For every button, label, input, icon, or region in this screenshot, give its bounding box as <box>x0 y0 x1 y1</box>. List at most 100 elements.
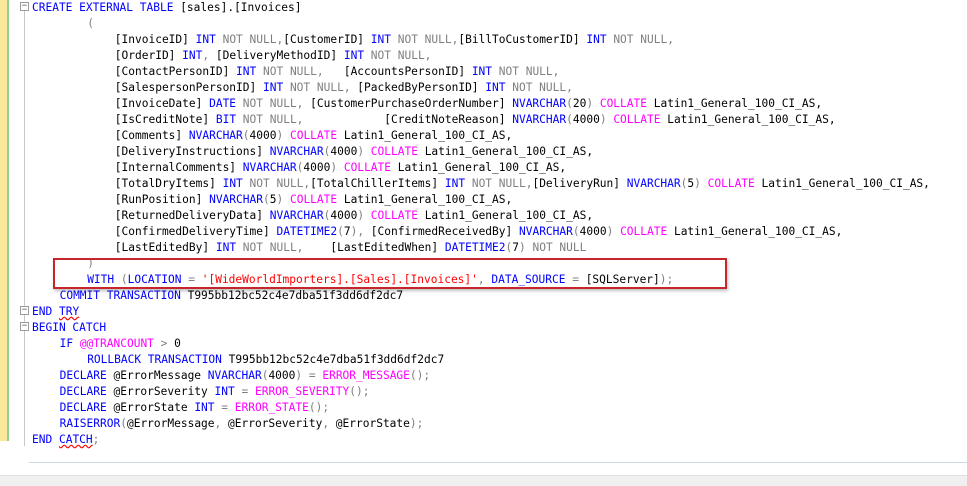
code-token: INT <box>343 49 365 62</box>
code-line[interactable]: ( <box>87 16 94 32</box>
code-token: [ContactPersonID] <box>114 65 237 78</box>
code-token: 4000 <box>330 145 358 158</box>
code-token: 4000 <box>330 209 358 222</box>
code-token: (); <box>349 385 370 398</box>
code-line[interactable]: [Comments] NVARCHAR(4000) COLLATE Latin1… <box>115 128 512 144</box>
code-token: @@TRANCOUNT <box>79 337 154 350</box>
code-token: @ErrorSeverity <box>106 385 215 398</box>
code-line[interactable]: BEGIN CATCH <box>32 320 106 336</box>
code-token: BIT <box>215 113 237 126</box>
code-line[interactable]: CREATE EXTERNAL TABLE [sales].[Invoices] <box>32 0 301 16</box>
code-token: (); <box>308 401 330 414</box>
code-token: COLLATE <box>370 145 418 158</box>
code-token: INT <box>195 33 216 46</box>
code-line[interactable]: [ContactPersonID] INT NOT NULL, [Account… <box>115 64 560 80</box>
code-token: ( <box>566 97 573 110</box>
code-token: ERROR_STATE <box>234 401 309 414</box>
code-token: NOT NULL, <box>236 113 304 126</box>
code-token: 4000 <box>579 225 607 238</box>
collapse-icon[interactable]: − <box>20 2 29 11</box>
code-line[interactable]: [ConfirmedDeliveryTime] DATETIME2(7), [C… <box>115 224 843 240</box>
collapse-icon[interactable]: − <box>20 322 29 331</box>
code-token: DECLARE <box>59 369 107 382</box>
code-token: [BillToCustomerID] <box>458 33 587 46</box>
code-line[interactable]: END TRY <box>32 304 79 320</box>
code-token: ) <box>276 129 290 142</box>
code-token: CREATE EXTERNAL TABLE <box>32 1 174 14</box>
code-token: [SalespersonPersonID] <box>114 81 263 94</box>
collapse-icon[interactable]: − <box>20 306 29 315</box>
code-token: ) <box>586 97 600 110</box>
code-token: Latin1_General_100_CI_AS, <box>754 177 930 190</box>
code-token: INT <box>182 49 203 62</box>
code-token: NVARCHAR <box>512 113 567 126</box>
code-token: [DeliveryInstructions] <box>114 145 270 158</box>
highlight-annotation-box <box>53 258 727 289</box>
code-token: NOT NULL, <box>364 49 432 62</box>
code-token: @ErrorState <box>335 417 410 430</box>
editor-empty-line-marker <box>29 462 967 463</box>
code-token: ( <box>566 113 573 126</box>
code-line[interactable]: END CATCH; <box>32 432 99 448</box>
code-token: [CustomerPurchaseOrderNumber] <box>303 97 513 110</box>
code-line[interactable]: [InvoiceID] INT NOT NULL, [CustomerID] IN… <box>115 32 674 48</box>
code-token: COLLATE <box>289 193 338 206</box>
code-token: [ConfirmedDeliveryTime] <box>114 225 277 238</box>
code-token: Latin1_General_100_CI_AS, <box>337 129 513 142</box>
code-token: NVARCHAR <box>518 225 573 238</box>
code-line[interactable]: [TotalDryItems] INT NOT NULL,[TotalChill… <box>115 176 930 192</box>
code-token: INT <box>222 177 243 190</box>
code-token: , <box>214 417 229 430</box>
code-token: ) <box>694 177 708 190</box>
code-token: [ConfirmedReceivedBy] <box>370 225 519 238</box>
code-token: [InvoiceID] <box>114 33 196 46</box>
code-line[interactable]: COMMIT TRANSACTION T995bb12bc52c4e7dba51… <box>60 288 404 304</box>
code-token: IF <box>59 337 74 350</box>
code-line[interactable]: [ReturnedDeliveryData] NVARCHAR(4000) CO… <box>115 208 593 224</box>
code-token: NOT NULL <box>532 241 587 254</box>
code-token: NOT NULL, <box>606 33 674 46</box>
code-line[interactable]: [IsCreditNote] BIT NOT NULL, [CreditNote… <box>115 112 836 128</box>
code-line[interactable]: IF @@TRANCOUNT > 0 <box>60 336 181 352</box>
code-token: NOT NULL, <box>236 241 304 254</box>
code-token: INT <box>586 33 607 46</box>
code-token: Latin1_General_100_CI_AS, <box>337 193 513 206</box>
code-line[interactable]: ROLLBACK TRANSACTION T995bb12bc52c4e7dba… <box>87 352 444 368</box>
code-line[interactable]: [RunPosition] NVARCHAR(5) COLLATE Latin1… <box>115 192 512 208</box>
code-token: ) <box>357 145 371 158</box>
horizontal-scrollbar-area[interactable] <box>0 475 967 486</box>
code-line[interactable]: [DeliveryInstructions] NVARCHAR(4000) CO… <box>115 144 593 160</box>
code-line[interactable]: [SalespersonPersonID] INT NOT NULL, [Pac… <box>115 80 573 96</box>
code-token: DATETIME2 <box>276 225 338 238</box>
code-token: ( <box>242 129 250 142</box>
code-token: [IsCreditNote] <box>114 113 216 126</box>
code-line[interactable]: RAISERROR(@ErrorMessage, @ErrorSeverity,… <box>60 416 424 432</box>
code-token: Latin1_General_100_CI_AS, <box>391 161 567 174</box>
code-line[interactable]: DECLARE @ErrorMessage NVARCHAR(4000) = E… <box>60 368 431 384</box>
code-line[interactable]: DECLARE @ErrorSeverity INT = ERROR_SEVER… <box>60 384 370 400</box>
code-line[interactable]: DECLARE @ErrorState INT = ERROR_STATE(); <box>60 400 329 416</box>
code-line[interactable]: [InternalComments] NVARCHAR(4000) COLLAT… <box>115 160 566 176</box>
code-token: DATE <box>209 97 237 110</box>
change-tracking-bar-unsaved <box>0 0 7 441</box>
code-token: T995bb12bc52c4e7dba51f3dd6df2dc7 <box>180 289 404 302</box>
code-token: [OrderID] <box>114 49 183 62</box>
code-line[interactable]: [LastEditedBy] INT NOT NULL, [LastEdited… <box>115 240 587 256</box>
code-token: [DeliveryMethodID] <box>215 49 344 62</box>
code-line[interactable]: [InvoiceDate] DATE NOT NULL, [CustomerPu… <box>115 96 822 112</box>
code-token: COMMIT TRANSACTION <box>59 289 181 302</box>
code-token: [InternalComments] <box>114 161 243 174</box>
code-token: @ErrorMessage <box>126 417 215 430</box>
code-token: [CreditNoteReason] <box>303 113 513 126</box>
code-token: NVARCHAR <box>209 193 263 206</box>
outline-guide-line <box>24 6 25 446</box>
code-line[interactable]: [OrderID] INT, [DeliveryMethodID] INT NO… <box>115 48 432 64</box>
code-token: [LastEditedBy] <box>114 241 216 254</box>
code-token: COLLATE <box>599 97 647 110</box>
code-token: INT <box>444 177 466 190</box>
code-token: 7 <box>512 241 519 254</box>
code-token: NOT NULL <box>391 33 452 46</box>
code-token: (); <box>409 369 431 382</box>
code-token: NVARCHAR <box>188 129 243 142</box>
